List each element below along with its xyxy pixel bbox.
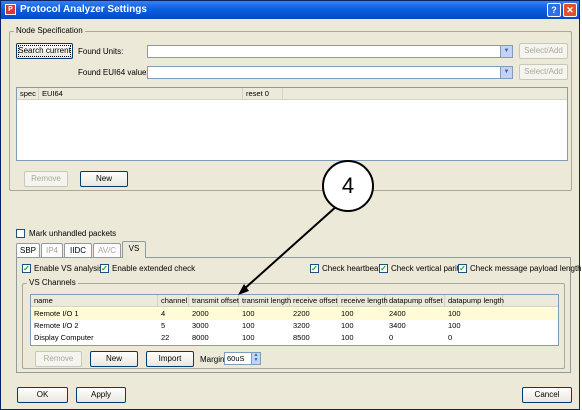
found-eui64-combo[interactable]: ▼ — [147, 66, 513, 79]
enable-extended-check-label: Enable extended check — [112, 264, 196, 273]
cell-transmit-offset: 3000 — [192, 321, 209, 330]
node-remove-button[interactable]: Remove — [24, 171, 68, 187]
column-header-name[interactable]: name — [31, 295, 158, 307]
cell-datapump-offset: 3400 — [389, 321, 406, 330]
channel-import-button[interactable]: Import — [146, 351, 194, 367]
node-specification-group: Node Specification Search current Found … — [9, 26, 572, 191]
cancel-button[interactable]: Cancel — [522, 387, 572, 403]
cell-receive-length: 100 — [341, 309, 354, 318]
help-button[interactable]: ? — [547, 3, 561, 17]
cell-name: Remote I/O 2 — [34, 321, 79, 330]
cell-datapump-offset: 2400 — [389, 309, 406, 318]
vs-channels-header: name channel transmit offset transmit le… — [31, 295, 558, 307]
tab-avc[interactable]: AV/C — [93, 243, 121, 257]
apply-button[interactable]: Apply — [76, 387, 126, 403]
channel-new-button[interactable]: New — [90, 351, 138, 367]
check-message-payload-label: Check message payload length — [470, 264, 582, 273]
found-eui64-label: Found EUI64 values: — [78, 68, 153, 77]
found-units-label: Found Units: — [78, 47, 124, 56]
margin-stepper[interactable]: 60uS ▲ ▼ — [224, 352, 261, 365]
window-title: Protocol Analyzer Settings — [20, 4, 147, 15]
title-bar[interactable]: P Protocol Analyzer Settings ? ✕ — [1, 1, 579, 19]
spin-arrows-icon[interactable]: ▲ ▼ — [251, 353, 260, 364]
column-header-reset[interactable]: reset 0 — [243, 88, 283, 100]
column-header-transmit-offset[interactable]: transmit offset — [189, 295, 239, 307]
cell-channel: 5 — [161, 321, 166, 330]
cell-datapump-length: 100 — [448, 309, 461, 318]
table-row[interactable]: Display Computer 22 8000 100 8500 100 0 … — [31, 332, 558, 344]
enable-vs-analysis-checkbox[interactable]: ✓ — [22, 264, 31, 273]
cell-receive-offset: 8500 — [293, 333, 310, 342]
node-list[interactable]: spec EUI64 reset 0 — [16, 87, 568, 161]
mark-unhandled-checkbox[interactable] — [16, 229, 25, 238]
column-header-eui64[interactable]: EUI64 — [39, 88, 243, 100]
cell-datapump-length: 100 — [448, 321, 461, 330]
search-current-button[interactable]: Search current — [16, 43, 73, 59]
margin-label: Margin — [200, 355, 225, 364]
cell-transmit-length: 100 — [242, 309, 255, 318]
chevron-down-icon[interactable]: ▼ — [500, 46, 512, 57]
column-header-channel[interactable]: channel — [158, 295, 189, 307]
chevron-down-icon[interactable]: ▼ — [500, 67, 512, 78]
vs-channels-table[interactable]: name channel transmit offset transmit le… — [30, 294, 559, 346]
check-vertical-parity-label: Check vertical parity — [391, 264, 464, 273]
table-row[interactable]: Remote I/O 2 5 3000 100 3200 100 3400 10… — [31, 320, 558, 332]
channel-remove-button[interactable]: Remove — [35, 351, 82, 367]
found-units-combo[interactable]: ▼ — [147, 45, 513, 58]
cell-transmit-offset: 8000 — [192, 333, 209, 342]
vs-channels-legend: VS Channels — [27, 278, 78, 287]
tab-iidc[interactable]: IIDC — [64, 243, 92, 257]
cell-name: Remote I/O 1 — [34, 309, 79, 318]
table-row[interactable]: Remote I/O 1 4 2000 100 2200 100 2400 10… — [31, 308, 558, 320]
select-add-eui64-button[interactable]: Select/Add — [519, 64, 568, 80]
cell-transmit-offset: 2000 — [192, 309, 209, 318]
cell-name: Display Computer — [34, 333, 94, 342]
column-header-spec[interactable]: spec — [17, 88, 39, 100]
column-header-transmit-length[interactable]: transmit length — [239, 295, 291, 307]
node-specification-legend: Node Specification — [14, 26, 85, 35]
tab-vs[interactable]: VS — [122, 241, 146, 258]
cell-receive-offset: 3200 — [293, 321, 310, 330]
mark-unhandled-label: Mark unhandled packets — [29, 229, 117, 238]
column-header-datapump-offset[interactable]: datapump offset — [386, 295, 445, 307]
ok-button[interactable]: OK — [17, 387, 68, 403]
select-add-units-button[interactable]: Select/Add — [519, 43, 568, 59]
node-new-button[interactable]: New — [80, 171, 128, 187]
check-heartbeat-label: Check heartbeat — [322, 264, 381, 273]
tab-ip4[interactable]: IP4 — [41, 243, 63, 257]
cell-channel: 22 — [161, 333, 170, 342]
enable-extended-check-checkbox[interactable]: ✓ — [100, 264, 109, 273]
node-list-header: spec EUI64 reset 0 — [17, 88, 567, 100]
cell-receive-offset: 2200 — [293, 309, 310, 318]
cell-channel: 4 — [161, 309, 166, 318]
cell-transmit-length: 100 — [242, 333, 255, 342]
column-header-receive-length[interactable]: receive length — [338, 295, 388, 307]
cell-receive-length: 100 — [341, 321, 354, 330]
check-message-payload-checkbox[interactable]: ✓ — [458, 264, 467, 273]
check-heartbeat-checkbox[interactable]: ✓ — [310, 264, 319, 273]
cell-transmit-length: 100 — [242, 321, 255, 330]
check-vertical-parity-checkbox[interactable]: ✓ — [379, 264, 388, 273]
column-header-receive-offset[interactable]: receive offset — [290, 295, 338, 307]
column-header-datapump-length[interactable]: datapump length — [445, 295, 504, 307]
callout-number: 4 — [322, 160, 374, 212]
margin-value: 60uS — [227, 354, 245, 363]
cell-receive-length: 100 — [341, 333, 354, 342]
cell-datapump-offset: 0 — [389, 333, 394, 342]
protocol-analyzer-settings-window: P Protocol Analyzer Settings ? ✕ Node Sp… — [0, 0, 582, 410]
app-icon: P — [5, 4, 16, 15]
close-button[interactable]: ✕ — [563, 3, 577, 17]
vs-channels-group: VS Channels name channel transmit offset… — [22, 278, 565, 369]
enable-vs-analysis-label: Enable VS analysis — [34, 264, 103, 273]
tab-sbp[interactable]: SBP — [16, 243, 40, 257]
cell-datapump-length: 0 — [448, 333, 453, 342]
